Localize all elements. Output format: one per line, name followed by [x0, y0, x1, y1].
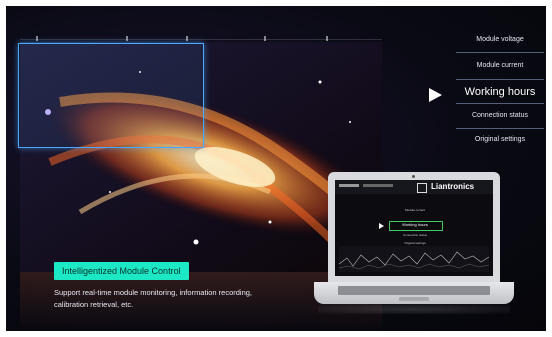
screen-menu-item: Connection status	[402, 233, 427, 237]
laptop-reflection	[318, 304, 510, 314]
play-arrow-icon	[429, 88, 442, 102]
laptop-trackpad	[399, 297, 429, 301]
feature-badge: Intelligentized Module Control	[54, 262, 189, 280]
menu-divider	[456, 128, 544, 129]
webcam-icon	[412, 175, 415, 178]
menu-item-original-settings[interactable]: Original settings	[456, 136, 544, 143]
module-selection-box	[18, 43, 204, 148]
screen-menu-item-active: Working hours	[402, 222, 428, 227]
screen-menu-item: Module current	[404, 208, 425, 212]
menu-divider	[456, 103, 544, 104]
screen-progress-bar	[339, 184, 359, 187]
screen-line-chart	[339, 246, 489, 272]
laptop-keyboard	[338, 286, 490, 295]
menu-item-connection-status[interactable]: Connection status	[456, 112, 544, 119]
showcase-stage: Module voltage Module current Working ho…	[6, 6, 546, 331]
menu-item-module-voltage[interactable]: Module voltage	[456, 36, 544, 43]
feature-description: Support real-time module monitoring, inf…	[54, 288, 253, 309]
menu-item-working-hours[interactable]: Working hours	[456, 86, 544, 98]
laptop-screen: Liantronics Module current Working hours…	[335, 180, 493, 276]
screen-brand: Liantronics	[431, 182, 475, 191]
ruler-tick	[126, 36, 128, 41]
logo-icon	[417, 183, 427, 193]
ruler-tick	[186, 36, 188, 41]
laptop-illustration: Liantronics Module current Working hours…	[314, 172, 514, 320]
menu-divider	[456, 79, 544, 80]
screen-progress-bar	[363, 184, 393, 187]
ruler-tick	[326, 36, 328, 41]
screen-arrow-icon	[379, 223, 384, 229]
menu-divider	[456, 52, 544, 53]
screen-topbar: Liantronics	[335, 180, 493, 194]
menu-item-module-current[interactable]: Module current	[456, 62, 544, 69]
ruler-tick	[264, 36, 266, 41]
screen-menu-item: Original settings	[404, 241, 426, 245]
laptop-lid: Liantronics Module current Working hours…	[328, 172, 500, 282]
ruler-tick	[36, 36, 38, 41]
